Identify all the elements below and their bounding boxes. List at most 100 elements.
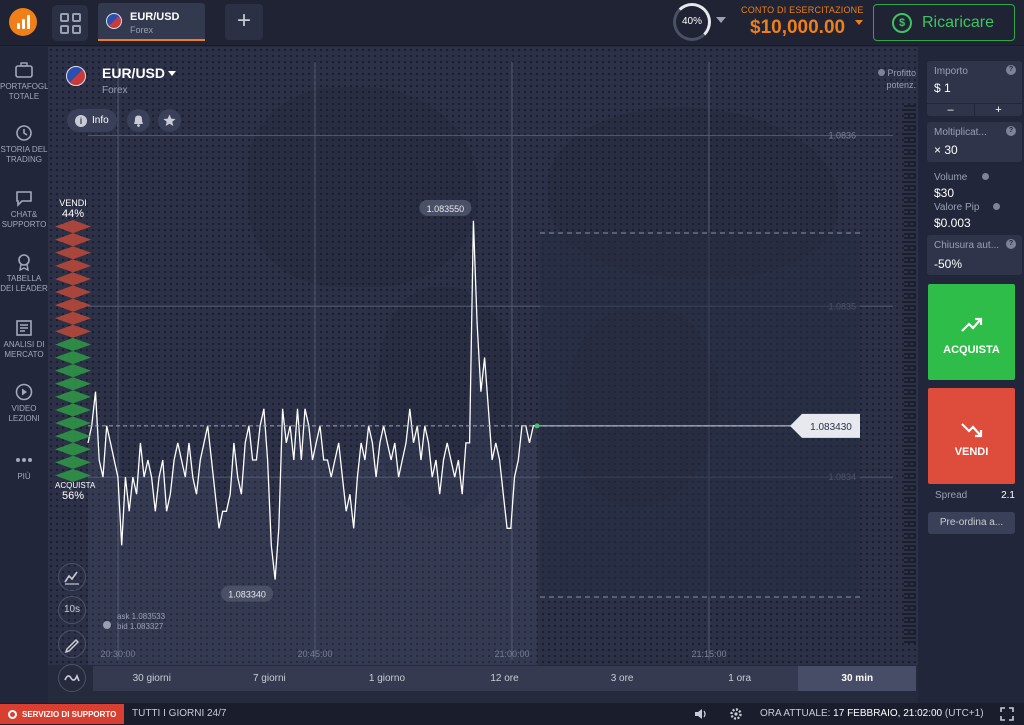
increase-amount-button[interactable]: + (975, 104, 1022, 116)
help-icon (878, 69, 886, 76)
support-label: SERVIZIO DI SUPPORTO (22, 709, 117, 719)
account-balance[interactable]: $10,000.00 (750, 17, 845, 39)
period-tab-30-days[interactable]: 30 giorni (93, 666, 211, 691)
support-service-button[interactable]: SERVIZIO DI SUPPORTO (0, 704, 124, 724)
sidebar-item-label: ANALISI DI MERCATO (3, 340, 45, 359)
sidebar-item-leaderboard[interactable]: TABELLA DEI LEADER (0, 253, 48, 294)
potential-profit-label[interactable]: Profitto potenz. (868, 67, 916, 91)
fullscreen-icon[interactable] (1000, 707, 1014, 721)
spread-value: 2.1 (1001, 490, 1015, 501)
sell-sentiment-pct: 44% (61, 208, 85, 220)
logo-icon[interactable] (9, 8, 37, 36)
account-type-label[interactable]: CONTO DI ESERCITAZIONE (741, 5, 864, 15)
sidebar-item-more[interactable]: PIÙ (0, 451, 48, 482)
period-tab-12-hours[interactable]: 12 ore (446, 666, 564, 691)
asset-dropdown-chevron-icon[interactable] (168, 71, 176, 76)
account-chevron-icon[interactable] (855, 20, 863, 25)
buy-button[interactable]: ACQUISTA (928, 284, 1015, 380)
history-icon (16, 125, 32, 141)
current-time: ORA ATTUALE: 17 FEBBRAIO, 21:02:00 (UTC+… (760, 708, 984, 719)
briefcase-icon (15, 62, 33, 78)
sell-button[interactable]: VENDI (928, 388, 1015, 484)
help-icon[interactable]: ? (1006, 239, 1016, 249)
spread-label: Spread (935, 490, 968, 501)
info-icon: i (75, 114, 87, 127)
pre-order-button[interactable]: Pre-ordina a... (928, 512, 1015, 534)
settings-gear-icon[interactable] (729, 707, 743, 721)
sentiment-bar (55, 220, 91, 482)
sidebar-item-chat[interactable]: CHAT& SUPPORTO (0, 189, 48, 230)
star-icon (163, 114, 176, 126)
favorite-button[interactable] (158, 109, 181, 132)
recharge-button[interactable]: $ Ricaricare (873, 4, 1015, 41)
period-tab-1-hour[interactable]: 1 ora (681, 666, 799, 691)
pencil-icon (64, 638, 80, 654)
chart-type-button[interactable] (58, 563, 86, 591)
multiplier-field[interactable]: Moltiplicat... ? × 30 (927, 122, 1022, 162)
period-tab-1-day[interactable]: 1 giorno (328, 666, 446, 691)
sidebar-item-history[interactable]: STORIA DEL TRADING (0, 124, 48, 165)
eu-us-flag-icon (66, 66, 86, 86)
timeframe-button[interactable]: 10s (58, 596, 86, 624)
left-sidebar: PORTAFOGLIO TOTALE STORIA DEL TRADING CH… (0, 47, 57, 703)
grid-icon[interactable] (52, 5, 88, 41)
period-tab-3-hours[interactable]: 3 ore (563, 666, 681, 691)
eu-us-flag-icon (106, 13, 122, 29)
sidebar-item-label: VIDEO LEZIONI (8, 404, 40, 423)
price-scale-scrollbar[interactable] (904, 105, 916, 643)
period-tab-30-min[interactable]: 30 min (798, 666, 917, 691)
asset-tab[interactable]: EUR/USD Forex (98, 3, 205, 41)
bid-quote: bid 1.083327 (117, 622, 164, 631)
buy-sentiment-segment (55, 337, 91, 351)
multiplier-value: × 30 (934, 143, 958, 157)
help-icon[interactable]: ? (1006, 126, 1016, 136)
status-bar: SERVIZIO DI SUPPORTO TUTTI I GIORNI 24/7… (0, 703, 1024, 725)
dollar-refresh-icon: $ (892, 12, 912, 33)
asset-tab-title: EUR/USD (130, 11, 180, 23)
ask-bid-quote: ask 1.083533 bid 1.083327 (117, 612, 165, 632)
help-icon[interactable] (103, 621, 111, 629)
amount-value[interactable]: $ 1 (934, 81, 951, 95)
lifebuoy-icon (8, 709, 17, 719)
sidebar-item-portfolio[interactable]: PORTAFOGLIO TOTALE (0, 61, 57, 102)
decrease-amount-button[interactable]: – (927, 104, 975, 116)
buy-sentiment-segment (55, 455, 91, 469)
alert-bell-button[interactable] (127, 109, 150, 132)
sell-sentiment-segment (55, 298, 91, 312)
chart-asset-title[interactable]: EUR/USD (102, 65, 165, 81)
sidebar-item-market-analysis[interactable]: ANALISI DI MERCATO (0, 319, 48, 360)
volume-icon[interactable] (693, 707, 709, 721)
chart-asset-category: Forex (102, 85, 128, 96)
period-tab-7-days[interactable]: 7 giorni (211, 666, 329, 691)
buy-button-label: ACQUISTA (943, 344, 1000, 356)
chevron-down-icon[interactable] (716, 17, 726, 23)
drawing-tool-button[interactable] (58, 630, 86, 658)
sell-button-label: VENDI (954, 446, 989, 458)
help-icon[interactable]: ? (1006, 65, 1016, 75)
sell-sentiment: VENDI 44% (55, 198, 91, 220)
multiplier-label: Moltiplicat... (934, 127, 987, 138)
auto-close-field[interactable]: Chiusura aut... ? -50% (927, 235, 1022, 275)
chart-line-icon (64, 571, 79, 585)
more-icon (16, 458, 32, 462)
profit-percent-indicator[interactable]: 40% (673, 3, 711, 41)
auto-close-label: Chiusura aut... (934, 240, 1000, 251)
buy-sentiment-segment (55, 351, 91, 365)
bell-icon (134, 115, 143, 127)
buy-sentiment: ACQUISTA 56% (55, 480, 95, 502)
pip-value-label: Valore Pip (934, 202, 980, 213)
buy-sentiment-pct: 56% (61, 490, 85, 502)
sidebar-item-video-lessons[interactable]: VIDEO LEZIONI (0, 383, 48, 424)
help-icon[interactable] (982, 173, 989, 180)
amount-stepper: – + (927, 103, 1022, 116)
trend-down-icon (961, 423, 983, 438)
indicators-button[interactable] (58, 664, 86, 692)
info-button[interactable]: i Info (67, 109, 117, 132)
sidebar-item-label: STORIA DEL TRADING (0, 145, 48, 164)
add-tab-button[interactable]: + (225, 4, 263, 40)
help-icon[interactable] (993, 203, 1000, 210)
recharge-label: Ricaricare (922, 13, 995, 31)
chart-area[interactable] (48, 47, 918, 665)
sell-sentiment-segment (55, 272, 91, 286)
amount-field[interactable]: Importo ? $ 1 – + (927, 61, 1022, 116)
